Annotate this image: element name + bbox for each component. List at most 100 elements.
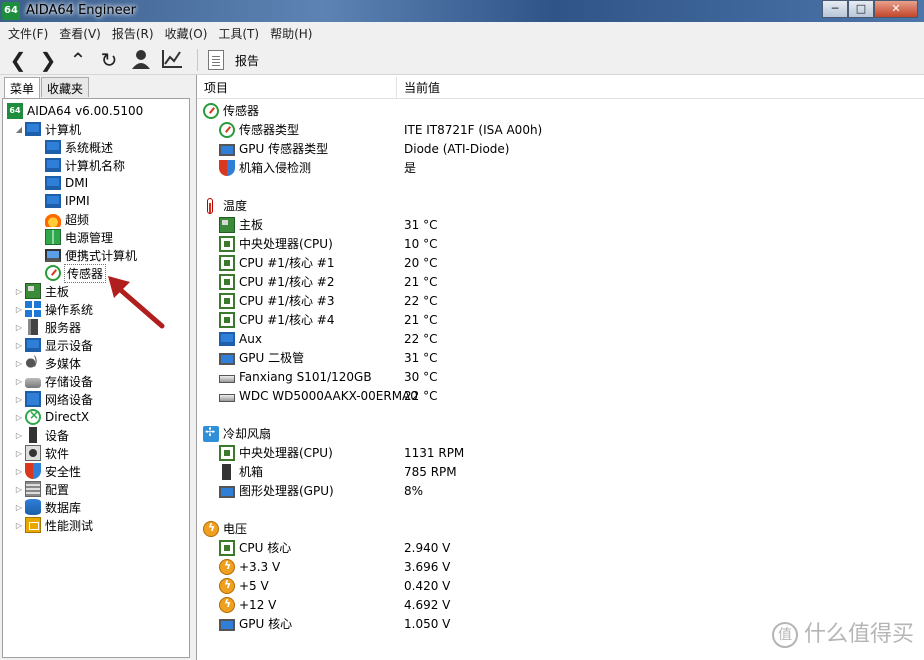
tree-node[interactable]: 便携式计算机 <box>33 246 137 264</box>
sensor-row[interactable]: +3.3 V 3.696 V <box>197 557 924 576</box>
tree-node-label: 系统概述 <box>65 140 114 155</box>
tree-node[interactable]: ▷ 显示设备 <box>13 336 93 354</box>
expand-arrow-icon[interactable]: ▷ <box>13 377 25 386</box>
title-bar[interactable]: 64 AIDA64 Engineer ─ □ ✕ <box>0 0 924 22</box>
expand-arrow-icon[interactable]: ▷ <box>13 485 25 494</box>
sensor-row[interactable]: 传感器类型 ITE IT8721F (ISA A00h) <box>197 120 924 139</box>
sensor-row[interactable]: 中央处理器(CPU) 10 °C <box>197 234 924 253</box>
section-header[interactable]: 传感器 <box>197 101 924 120</box>
tree-node[interactable]: 超频 <box>33 210 89 228</box>
tree-node-label: 计算机名称 <box>65 158 126 173</box>
tree-node[interactable]: ▷ 配置 <box>13 480 69 498</box>
sensor-row[interactable]: GPU 二极管 31 °C <box>197 348 924 367</box>
sensor-row[interactable]: +12 V 4.692 V <box>197 595 924 614</box>
row-name: 中央处理器(CPU) <box>219 235 333 252</box>
tree-node[interactable]: 电源管理 <box>33 228 113 246</box>
expand-arrow-icon[interactable]: ▷ <box>13 359 25 368</box>
tree-node[interactable]: ▷ 主板 <box>13 282 69 300</box>
sensor-row[interactable]: CPU #1/核心 #4 21 °C <box>197 310 924 329</box>
display-icon <box>25 338 41 352</box>
tree-node[interactable]: ▷ 多媒体 <box>13 354 81 372</box>
tree-node[interactable]: ▷ 安全性 <box>13 462 81 480</box>
expand-arrow-icon[interactable]: ▷ <box>13 503 25 512</box>
tree-node[interactable]: 计算机名称 <box>33 156 125 174</box>
column-item[interactable]: 项目 <box>197 77 397 99</box>
tree-node[interactable]: 64 AIDA64 v6.00.5100 <box>7 102 143 120</box>
tab-menu[interactable]: 菜单 <box>4 77 41 99</box>
tree-node[interactable]: ▷ 操作系统 <box>13 300 93 318</box>
expand-arrow-icon[interactable]: ▷ <box>13 305 25 314</box>
menu-file[interactable]: 文件(F) <box>4 25 52 42</box>
sensor-row[interactable]: Fanxiang S101/120GB 30 °C <box>197 367 924 386</box>
expand-arrow-icon[interactable]: ▷ <box>13 395 25 404</box>
expand-arrow-icon[interactable]: ▷ <box>13 467 25 476</box>
up-icon[interactable]: ⌃ <box>66 49 90 71</box>
voltage-icon <box>219 558 235 575</box>
close-button[interactable]: ✕ <box>874 0 918 18</box>
tree-node[interactable]: ▷ 设备 <box>13 426 69 444</box>
sensor-row[interactable]: CPU 核心 2.940 V <box>197 538 924 557</box>
tree-node[interactable]: ▷ 网络设备 <box>13 390 93 408</box>
menu-view[interactable]: 查看(V) <box>55 25 105 42</box>
minimize-button[interactable]: ─ <box>822 0 848 18</box>
back-icon[interactable]: ❮ <box>6 49 30 71</box>
sensor-row[interactable]: 图形处理器(GPU) 8% <box>197 481 924 500</box>
menu-favorites[interactable]: 收藏(O) <box>161 25 212 42</box>
sensor-row[interactable]: Aux 22 °C <box>197 329 924 348</box>
navigation-tree[interactable]: 64 AIDA64 v6.00.5100 ◢ 计算机系统概述计算机名称 DMI IPMI 超… <box>2 98 190 658</box>
expand-arrow-icon[interactable]: ▷ <box>13 449 25 458</box>
sensor-row[interactable]: CPU #1/核心 #2 21 °C <box>197 272 924 291</box>
row-name-text: Fanxiang S101/120GB <box>239 369 372 384</box>
section-header[interactable]: 冷却风扇 <box>197 424 924 443</box>
row-name-text: GPU 二极管 <box>239 351 305 365</box>
menu-tools[interactable]: 工具(T) <box>214 25 263 42</box>
expand-arrow-icon[interactable]: ◢ <box>13 125 25 134</box>
sensor-row[interactable]: GPU 传感器类型 Diode (ATI-Diode) <box>197 139 924 158</box>
sensor-row[interactable]: 主板 31 °C <box>197 215 924 234</box>
chart-icon[interactable] <box>160 49 184 71</box>
refresh-icon[interactable]: ↻ <box>97 49 121 71</box>
sensor-row[interactable]: +5 V 0.420 V <box>197 576 924 595</box>
expand-arrow-icon[interactable]: ▷ <box>13 413 25 422</box>
sensor-row[interactable]: CPU #1/核心 #3 22 °C <box>197 291 924 310</box>
column-header: 项目 当前值 <box>197 77 924 99</box>
report-button-label[interactable]: 报告 <box>235 52 259 69</box>
sensor-row[interactable]: WDC WD5000AAKX-00ERMA0 22 °C <box>197 386 924 405</box>
row-name: WDC WD5000AAKX-00ERMA0 <box>219 389 418 403</box>
monitor-icon <box>219 331 235 346</box>
row-value: 21 °C <box>404 312 438 327</box>
row-name-text: +3.3 V <box>239 559 281 574</box>
menu-report[interactable]: 报告(R) <box>108 25 158 42</box>
section-header[interactable]: 电压 <box>197 519 924 538</box>
tree-node[interactable]: DMI <box>33 174 88 192</box>
expand-arrow-icon[interactable]: ▷ <box>13 323 25 332</box>
tree-node[interactable]: ◢ 计算机 <box>13 120 81 138</box>
voltage-icon <box>219 577 235 594</box>
sensor-row[interactable]: CPU #1/核心 #1 20 °C <box>197 253 924 272</box>
annotation-arrow <box>108 276 165 329</box>
tree-node[interactable]: ▷ 性能测试 <box>13 516 93 534</box>
tab-favorites[interactable]: 收藏夹 <box>41 77 90 97</box>
report-icon[interactable] <box>208 50 224 70</box>
section-header[interactable]: 温度 <box>197 196 924 215</box>
expand-arrow-icon[interactable]: ▷ <box>13 431 25 440</box>
tree-node[interactable]: ▷ 存储设备 <box>13 372 93 390</box>
tree-node[interactable]: IPMI <box>33 192 90 210</box>
tree-node[interactable]: ▷ DirectX <box>13 408 89 426</box>
tree-node[interactable]: ▷ 数据库 <box>13 498 81 516</box>
expand-arrow-icon[interactable]: ▷ <box>13 521 25 530</box>
sensor-row[interactable]: 机箱入侵检测 是 <box>197 158 924 177</box>
column-value[interactable]: 当前值 <box>397 77 924 99</box>
tree-node[interactable]: 传感器 <box>33 263 107 283</box>
expand-arrow-icon[interactable]: ▷ <box>13 287 25 296</box>
tree-node[interactable]: ▷ 软件 <box>13 444 69 462</box>
expand-arrow-icon[interactable]: ▷ <box>13 341 25 350</box>
menu-help[interactable]: 帮助(H) <box>266 25 316 42</box>
tree-node[interactable]: 系统概述 <box>33 138 113 156</box>
sensor-row[interactable]: 中央处理器(CPU) 1131 RPM <box>197 443 924 462</box>
forward-icon[interactable]: ❯ <box>36 49 60 71</box>
maximize-button[interactable]: □ <box>848 0 874 18</box>
user-icon[interactable] <box>129 49 153 71</box>
tree-node[interactable]: ▷ 服务器 <box>13 318 81 336</box>
sensor-row[interactable]: 机箱 785 RPM <box>197 462 924 481</box>
